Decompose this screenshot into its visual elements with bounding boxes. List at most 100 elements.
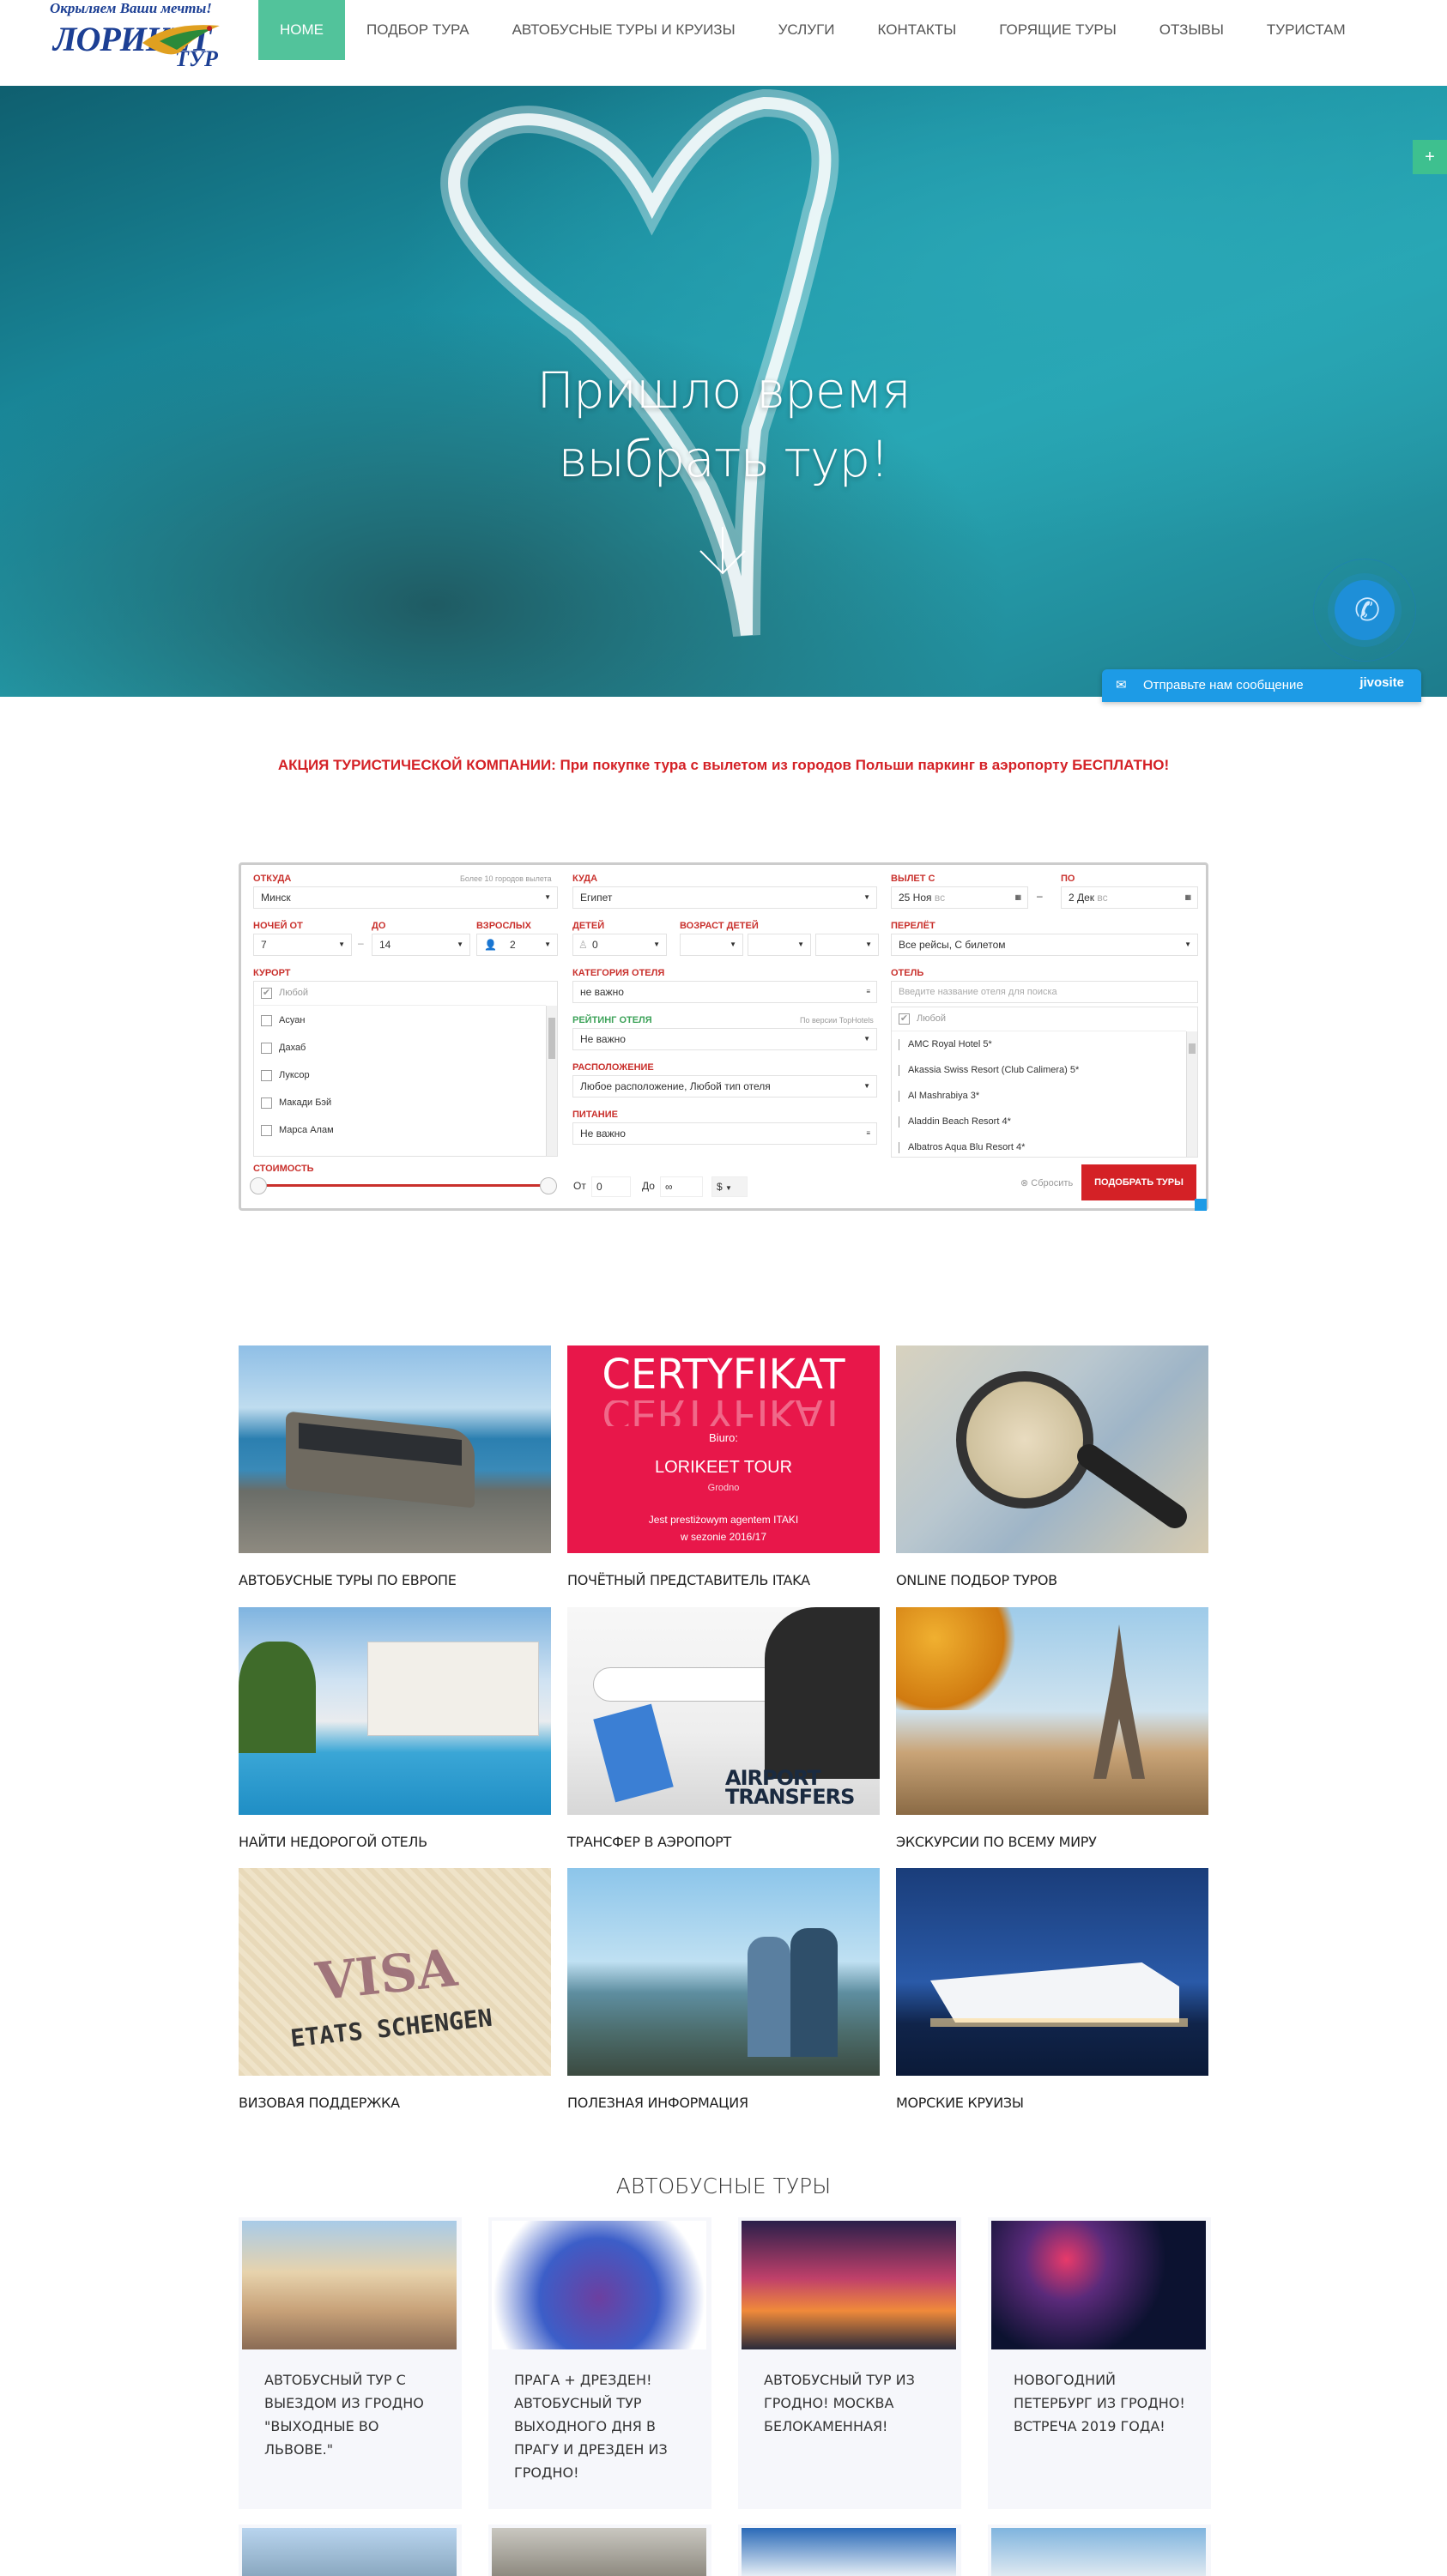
- jivo-chat-widget[interactable]: ✉ Отправьте нам сообщение jivosite: [1102, 669, 1421, 702]
- price-from-input[interactable]: 0: [591, 1176, 631, 1197]
- hotel-scrollbar[interactable]: [1186, 1031, 1197, 1157]
- till-date[interactable]: 2 Дек вс ▦: [1061, 886, 1198, 909]
- bus-tour-card[interactable]: Автобусный тур из Гродно! Москва Белокам…: [738, 2217, 961, 2509]
- ticket-icon: [593, 1703, 674, 1803]
- bus-tour-card[interactable]: [738, 2525, 961, 2576]
- price-slider-min-handle[interactable]: [250, 1177, 267, 1194]
- depart-date[interactable]: 25 Ноя вс ▦: [891, 886, 1028, 909]
- flight-select[interactable]: Все рейсы, С билетом ▼: [891, 934, 1198, 956]
- list-item[interactable]: Луксор: [261, 1067, 310, 1083]
- bus-tour-card[interactable]: [988, 2525, 1211, 2576]
- calendar-icon: ▦: [1014, 893, 1021, 901]
- resort-name: Марса Алам: [279, 1125, 334, 1135]
- list-item[interactable]: Albatros Aqua Blu Resort 4*: [899, 1140, 1025, 1155]
- rating-select[interactable]: Не важно ▼: [572, 1028, 877, 1050]
- list-item[interactable]: Дахаб: [261, 1040, 306, 1055]
- hotel-any[interactable]: ✔ Любой: [899, 1011, 946, 1026]
- bus-tour-card[interactable]: [488, 2525, 711, 2576]
- price-slider[interactable]: [257, 1184, 548, 1187]
- nav-hot-tours[interactable]: Горящие туры: [978, 0, 1138, 60]
- bus-tour-card[interactable]: Прага + Дрезден! Автобусный тур выходног…: [488, 2217, 711, 2509]
- nights-from-select[interactable]: 7 ▼: [253, 934, 352, 956]
- hikers-image: [567, 1868, 880, 2076]
- child-age-label: Возраст детей: [680, 921, 759, 931]
- children-select[interactable]: ♙ 0 ▼: [572, 934, 667, 956]
- reset-button[interactable]: ⊗ Сбросить: [1020, 1177, 1073, 1188]
- meal-value: Не важно: [580, 1128, 626, 1140]
- list-item[interactable]: Aladdin Beach Resort 4*: [899, 1114, 1011, 1129]
- card-bus-tours-europe[interactable]: Автобусные туры по Европе: [239, 1345, 551, 1588]
- card-title: Автобусные туры по Европе: [239, 1572, 457, 1588]
- hotel-category-select[interactable]: не важно ≡: [572, 981, 877, 1003]
- resort-scrollbar[interactable]: [546, 1006, 557, 1156]
- depart-value: 25 Ноя: [899, 892, 932, 904]
- scroll-thumb[interactable]: [548, 1018, 555, 1059]
- visa-text: VISA: [312, 1938, 460, 2013]
- bus-tour-card[interactable]: Автобусный тур с выездом из Гродно "Выхо…: [239, 2217, 462, 2509]
- resort-any[interactable]: ✔ Любой: [261, 985, 308, 1001]
- checkbox-checked-icon: ✔: [261, 987, 272, 999]
- price-slider-max-handle[interactable]: [540, 1177, 557, 1194]
- to-select[interactable]: Египет ▼: [572, 886, 877, 909]
- hotel-name: AMC Royal Hotel 5*: [908, 1039, 992, 1049]
- magnifier-handle: [1072, 1439, 1192, 1533]
- card-itaka[interactable]: CERTYFIKAT CERTYFIKAT Biuro: LORIKEET TO…: [567, 1345, 880, 1588]
- nav-tour-search[interactable]: Подбор тура: [345, 0, 491, 60]
- bus-tour-card[interactable]: [239, 2525, 462, 2576]
- location-select[interactable]: Любое расположение, Любой тип отеля ▼: [572, 1075, 877, 1098]
- nav-contacts[interactable]: Контакты: [857, 0, 978, 60]
- child-age-3[interactable]: ▼: [815, 934, 879, 956]
- map-magnifier-image: [896, 1345, 1208, 1553]
- nav-bus-tours[interactable]: Автобусные туры и круизы: [491, 0, 757, 60]
- rating-label: Рейтинг отеля: [572, 1015, 652, 1025]
- nav-home[interactable]: Home: [258, 0, 345, 60]
- list-item[interactable]: Akassia Swiss Resort (Club Calimera) 5*: [899, 1062, 1079, 1078]
- card-cheap-hotel[interactable]: Найти недорогой отель: [239, 1607, 551, 1850]
- scroll-thumb[interactable]: [1189, 1043, 1196, 1054]
- child-age-2[interactable]: ▼: [748, 934, 811, 956]
- parrot-icon: [142, 25, 220, 55]
- magnifier-lens: [956, 1371, 1093, 1509]
- meal-select[interactable]: Не важно ≡: [572, 1122, 877, 1145]
- nav-services[interactable]: Услуги: [757, 0, 857, 60]
- list-item[interactable]: AMC Royal Hotel 5*: [899, 1037, 992, 1052]
- callback-button[interactable]: ✆: [1335, 580, 1395, 640]
- scroll-down-arrow-icon[interactable]: [697, 525, 748, 577]
- nights-to-select[interactable]: 14 ▼: [372, 934, 470, 956]
- hotel-search-input[interactable]: Введите название отеля для поиска: [891, 981, 1198, 1003]
- list-item[interactable]: Марса Алам: [261, 1122, 334, 1138]
- ship-hull: [930, 1962, 1179, 2023]
- card-online-search[interactable]: Online подбор туров: [896, 1345, 1208, 1588]
- price-to-input[interactable]: ∞: [660, 1176, 703, 1197]
- nights-to-label: до: [372, 921, 386, 931]
- card-useful-info[interactable]: Полезная информация: [567, 1868, 880, 2111]
- card-excursions[interactable]: Экскурсии по всему миру: [896, 1607, 1208, 1850]
- divider: [254, 1005, 546, 1006]
- car-shape: [765, 1607, 880, 1779]
- bus-tour-card[interactable]: Новогодний Петербург из Гродно! Встреча …: [988, 2217, 1211, 2509]
- from-select[interactable]: Минск ▼: [253, 886, 558, 909]
- child-age-1[interactable]: ▼: [680, 934, 743, 956]
- date-dash: –: [1037, 890, 1043, 902]
- cert-line2: LORIKEET TOUR: [654, 1458, 793, 1477]
- card-airport-transfer[interactable]: AIRPORT TRANSFERS Трансфер в аэропорт: [567, 1607, 880, 1850]
- adults-select[interactable]: 👤 2 ▼: [476, 934, 558, 956]
- search-submit-button[interactable]: Подобрать туры: [1081, 1164, 1196, 1200]
- logo[interactable]: Окрыляем Ваши мечты! ЛОРИКЕТ ТУР: [48, 0, 224, 74]
- hotel-building: [367, 1642, 539, 1736]
- adults-value: 2: [510, 939, 516, 951]
- chevron-down-icon: ▼: [797, 940, 804, 948]
- location-value: Любое расположение, Любой тип отеля: [580, 1080, 771, 1092]
- chevron-down-icon: ▼: [338, 940, 345, 948]
- list-item[interactable]: Асуан: [261, 1013, 305, 1028]
- resize-corner-icon: [1195, 1199, 1207, 1211]
- flight-value: Все рейсы, С билетом: [899, 939, 1006, 951]
- card-sea-cruises[interactable]: Морские круизы: [896, 1868, 1208, 2111]
- side-expand-button[interactable]: +: [1413, 140, 1447, 174]
- list-item[interactable]: Макади Бэй: [261, 1095, 331, 1110]
- nav-reviews[interactable]: Отзывы: [1138, 0, 1245, 60]
- currency-select[interactable]: $ ▼: [711, 1176, 748, 1197]
- list-item[interactable]: Al Mashrabiya 3*: [899, 1088, 979, 1104]
- card-visa[interactable]: VISA ETATS SCHENGEN Визовая поддержка: [239, 1868, 551, 2111]
- nav-tourists[interactable]: Туристам: [1245, 0, 1367, 60]
